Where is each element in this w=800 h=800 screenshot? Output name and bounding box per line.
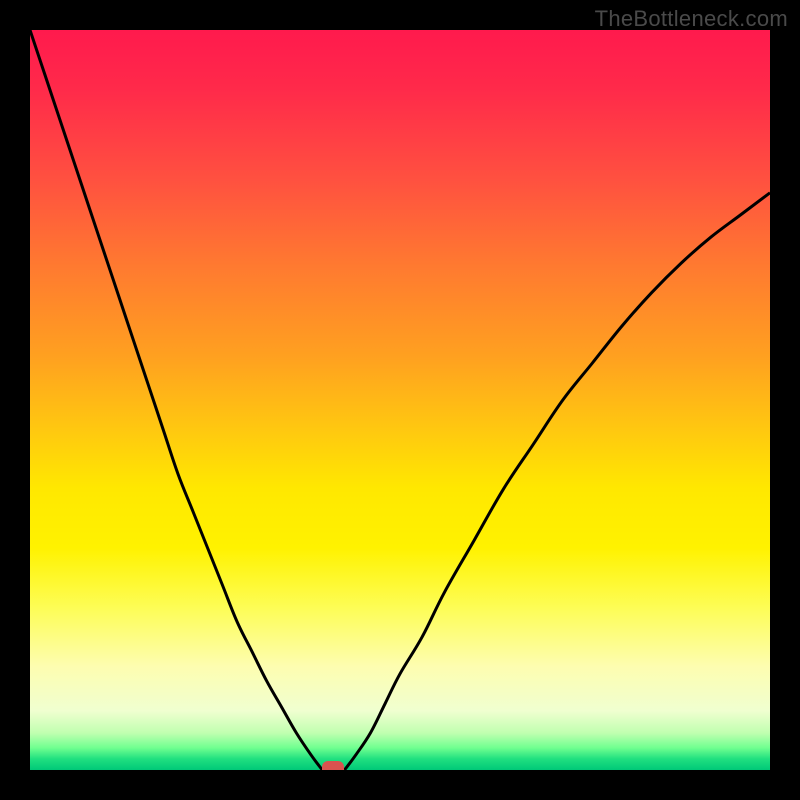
right-curve-path (345, 193, 771, 770)
chart-frame: TheBottleneck.com (0, 0, 800, 800)
watermark-text: TheBottleneck.com (595, 6, 788, 32)
curves-svg (30, 30, 770, 770)
left-curve-path (30, 30, 322, 770)
bottleneck-marker (322, 761, 344, 770)
plot-area (30, 30, 770, 770)
